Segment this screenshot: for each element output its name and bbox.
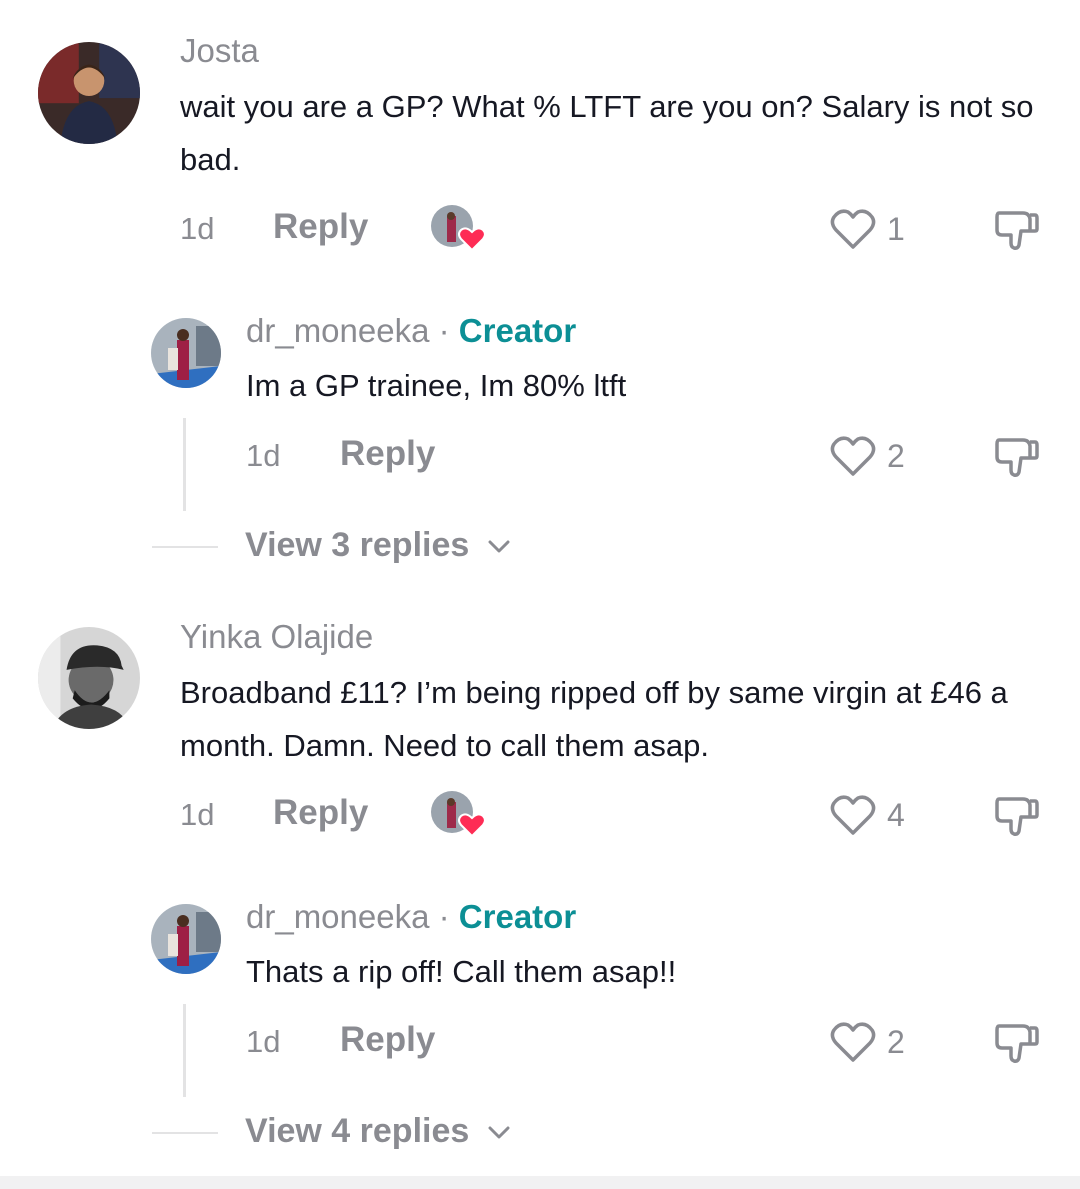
comment-text: wait you are a GP? What % LTFT are you o… [180,89,1034,177]
creator-badge: Creator [458,898,577,935]
reply-timestamp: 1d [246,438,281,473]
reply-username[interactable]: dr_moneeka · Creator [246,312,576,350]
comment-username[interactable]: Josta [180,32,259,70]
reply-timestamp: 1d [246,1024,281,1059]
view-replies-label[interactable]: View 3 replies [245,526,469,564]
like-count: 4 [887,797,905,833]
creator-liked-indicator [430,204,486,254]
view-replies-button[interactable]: View 3 replies [245,526,511,565]
thumbs-down-icon[interactable] [993,1020,1039,1066]
divider-line [152,1132,218,1134]
comment-timestamp: 1d [180,211,215,246]
creator-badge: Creator [458,312,577,349]
chevron-down-icon [488,1126,510,1139]
comment-username[interactable]: Yinka Olajide [180,618,373,656]
heart-outline-icon[interactable] [830,794,876,836]
view-replies-button[interactable]: View 4 replies [245,1112,511,1151]
bottom-divider [0,1176,1080,1189]
reply-button[interactable]: Reply [340,1020,435,1060]
reply-text: Im a GP trainee, Im 80% ltft [246,368,627,403]
creator-liked-indicator [430,790,486,840]
avatar[interactable] [151,318,221,388]
thread-line [183,418,186,511]
divider-line [152,546,218,548]
avatar[interactable] [38,42,140,144]
like-count: 2 [887,438,905,474]
thumbs-down-icon[interactable] [993,434,1039,480]
like-count: 2 [887,1024,905,1060]
heart-outline-icon[interactable] [830,208,876,250]
reply-text: Thats a rip off! Call them asap!! [246,954,677,989]
avatar[interactable] [151,904,221,974]
heart-outline-icon[interactable] [830,1021,876,1063]
heart-outline-icon[interactable] [830,435,876,477]
chevron-down-icon [488,540,510,553]
reply-button[interactable]: Reply [273,207,368,247]
creator-liked-heart-icon [458,227,486,252]
reply-button[interactable]: Reply [340,434,435,474]
comment-text: Broadband £11? I’m being ripped off by s… [180,675,1008,763]
reply-username-text[interactable]: dr_moneeka [246,898,429,935]
reply-button[interactable]: Reply [273,793,368,833]
thread-line [183,1004,186,1097]
reply-username-text[interactable]: dr_moneeka [246,312,429,349]
view-replies-label[interactable]: View 4 replies [245,1112,469,1150]
creator-liked-heart-icon [458,813,486,838]
avatar[interactable] [38,627,140,729]
separator-dot: · [438,312,450,349]
separator-dot: · [438,898,450,935]
thumbs-down-icon[interactable] [993,207,1039,253]
reply-username[interactable]: dr_moneeka · Creator [246,898,576,936]
thumbs-down-icon[interactable] [993,793,1039,839]
comment-timestamp: 1d [180,797,215,832]
like-count: 1 [887,211,905,247]
